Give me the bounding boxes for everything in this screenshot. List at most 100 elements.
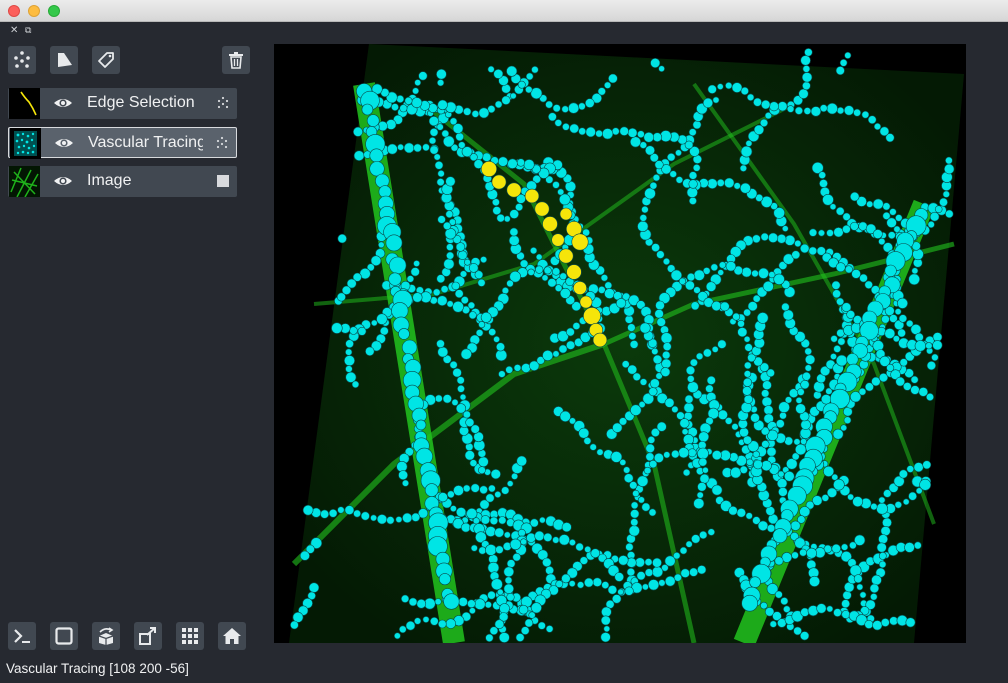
tracing-point <box>501 287 509 295</box>
tracing-point <box>624 586 634 596</box>
tracing-point <box>601 581 610 589</box>
tracing-point <box>530 247 538 255</box>
tracing-point <box>853 574 863 584</box>
tracing-point <box>702 466 709 474</box>
tracing-point <box>896 297 908 309</box>
tracing-point <box>752 234 761 244</box>
tracing-point <box>780 597 789 606</box>
tracing-point <box>699 473 710 484</box>
new-shapes-layer-button[interactable] <box>50 46 78 74</box>
tracing-point <box>415 447 433 466</box>
tracing-point <box>908 491 917 501</box>
dock-float-icon[interactable]: ⧉ <box>25 25 31 36</box>
dock-close-icon[interactable]: ✕ <box>10 25 18 36</box>
tracing-point <box>781 225 789 232</box>
tracing-point <box>753 459 763 470</box>
tracing-point <box>469 459 478 467</box>
tracing-point <box>884 264 897 277</box>
points-icon <box>14 51 30 68</box>
tracing-point <box>742 386 752 396</box>
tracing-point <box>871 574 882 586</box>
points-icon <box>217 96 229 109</box>
tracing-point <box>320 509 330 519</box>
edge-point <box>481 161 498 178</box>
tracing-point <box>730 466 742 479</box>
tracing-point <box>682 433 694 445</box>
tracing-point <box>394 632 401 640</box>
close-window-button[interactable] <box>8 5 20 17</box>
tracing-point <box>437 170 445 178</box>
tracing-point <box>784 234 796 246</box>
roll-dimensions-button[interactable] <box>92 622 120 650</box>
tracing-point <box>619 126 629 136</box>
tracing-point <box>452 368 462 378</box>
tracing-point <box>799 631 810 641</box>
tracing-point <box>558 344 568 354</box>
tracing-point <box>806 547 817 559</box>
reset-view-button[interactable] <box>218 622 246 650</box>
tracing-point <box>644 187 656 200</box>
tracing-point <box>480 515 491 525</box>
transpose-icon <box>139 627 156 645</box>
tracing-point <box>791 250 801 260</box>
tracing-point <box>477 278 486 287</box>
tracing-point <box>542 557 552 568</box>
visibility-eye-icon[interactable] <box>54 135 74 151</box>
tracing-point <box>583 436 592 445</box>
tracing-point <box>693 497 705 509</box>
viewer-canvas[interactable] <box>274 44 966 643</box>
tracing-point <box>353 509 361 518</box>
visibility-eye-icon[interactable] <box>53 173 73 189</box>
tracing-point <box>870 593 878 601</box>
tracing-point <box>681 428 689 436</box>
layer-name[interactable]: Vascular Tracing <box>88 134 203 152</box>
tracing-point <box>506 279 514 288</box>
tracing-point <box>841 599 850 609</box>
tracing-point <box>496 213 505 223</box>
tracing-point <box>584 545 592 553</box>
tracing-point <box>488 484 496 493</box>
tracing-point <box>819 179 828 188</box>
tracing-point <box>761 440 770 449</box>
tracing-point <box>468 607 476 615</box>
tracing-point <box>535 253 543 261</box>
tracing-point <box>675 176 684 184</box>
dock-widget-bar: ✕ ⧉ <box>0 24 260 40</box>
tracing-point <box>510 92 517 100</box>
tracing-point <box>478 321 486 329</box>
tracing-point <box>878 534 888 544</box>
delete-layer-button[interactable] <box>222 46 250 74</box>
layer-name[interactable]: Image <box>87 172 202 190</box>
zoom-window-button[interactable] <box>48 5 60 17</box>
tracing-point <box>690 301 700 311</box>
tracing-point <box>769 620 777 628</box>
tracing-point <box>455 403 467 414</box>
tracing-point <box>357 326 367 336</box>
tracing-point <box>459 270 468 278</box>
layer-row-vascular-tracing[interactable]: Vascular Tracing <box>8 127 237 159</box>
ndisplay-button[interactable] <box>50 622 78 650</box>
tracing-point <box>842 224 851 234</box>
new-labels-layer-button[interactable] <box>92 46 120 74</box>
layer-name[interactable]: Edge Selection <box>87 94 202 112</box>
tracing-point <box>808 228 818 237</box>
layer-row-edge-selection[interactable]: Edge Selection <box>8 88 237 119</box>
tracing-point <box>506 592 515 602</box>
console-button[interactable] <box>8 622 36 650</box>
layer-row-image[interactable]: Image <box>8 166 237 197</box>
tracing-point <box>679 546 688 555</box>
minimize-window-button[interactable] <box>28 5 40 17</box>
transpose-button[interactable] <box>134 622 162 650</box>
tracing-point <box>434 598 442 606</box>
new-points-layer-button[interactable] <box>8 46 36 74</box>
tracing-point <box>578 127 587 136</box>
visibility-eye-icon[interactable] <box>53 95 73 111</box>
tracing-point <box>945 209 954 219</box>
tracing-point <box>914 332 924 342</box>
tracing-point <box>542 349 554 361</box>
tracing-point <box>468 263 479 273</box>
grid-mode-button[interactable] <box>176 622 204 650</box>
tracing-point <box>898 469 908 479</box>
tracing-point <box>737 319 745 328</box>
edge-point <box>534 201 550 217</box>
